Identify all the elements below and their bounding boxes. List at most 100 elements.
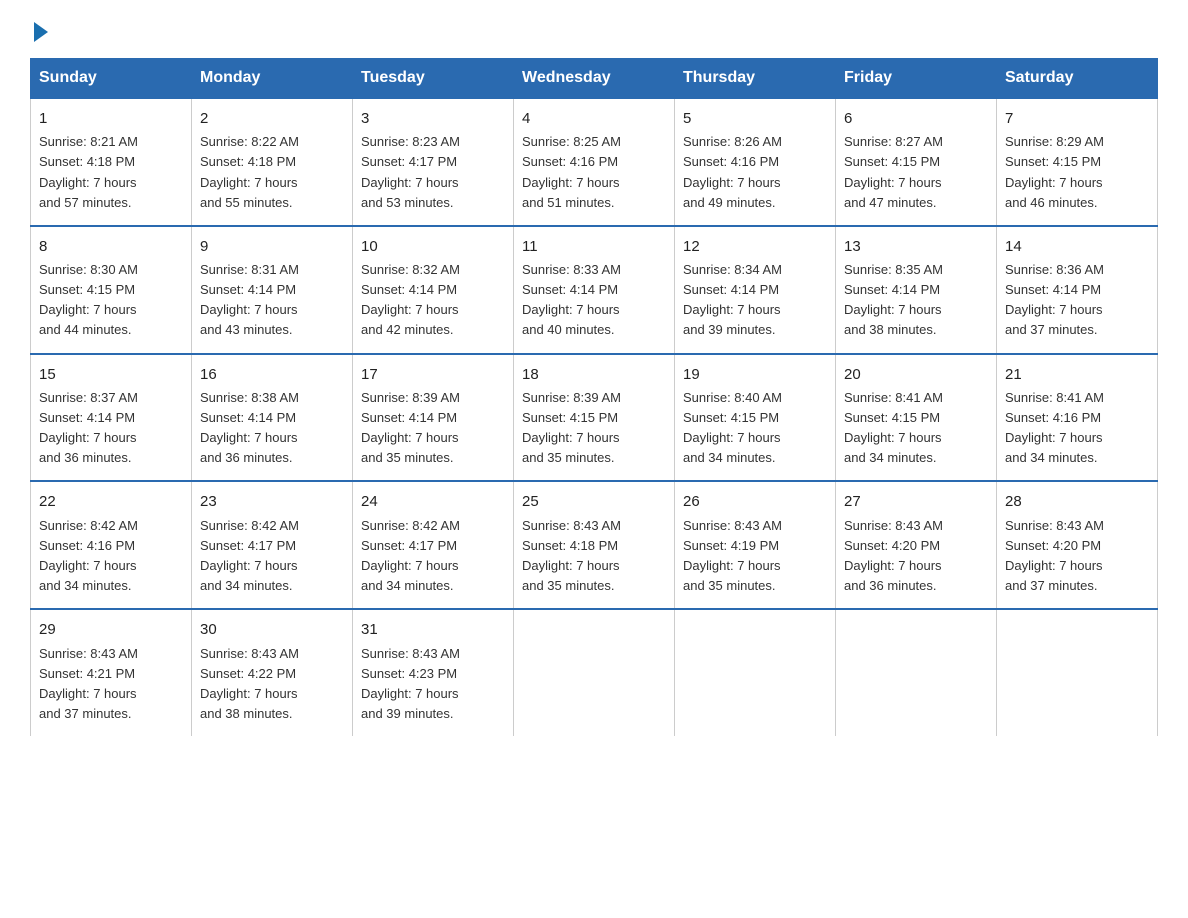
- calendar-cell: 24 Sunrise: 8:42 AMSunset: 4:17 PMDayligh…: [353, 481, 514, 609]
- day-number: 9: [200, 235, 344, 258]
- day-number: 12: [683, 235, 827, 258]
- calendar-cell: 26Sunrise: 8:43 AMSunset: 4:19 PMDayligh…: [675, 481, 836, 609]
- weekday-header-sunday: Sunday: [31, 59, 192, 99]
- calendar-cell: 25Sunrise: 8:43 AMSunset: 4:18 PMDayligh…: [514, 481, 675, 609]
- day-info: Sunrise: 8:42 AMSunset: 4:17 PMDaylight:…: [361, 518, 460, 593]
- calendar-cell: 28 Sunrise: 8:43 AMSunset: 4:20 PMDayligh…: [997, 481, 1158, 609]
- calendar-week-row: 22 Sunrise: 8:42 AMSunset: 4:16 PMDayligh…: [31, 481, 1158, 609]
- day-info: Sunrise: 8:29 AMSunset: 4:15 PMDaylight:…: [1005, 134, 1104, 209]
- calendar-cell: 11 Sunrise: 8:33 AMSunset: 4:14 PMDayligh…: [514, 226, 675, 354]
- calendar-cell: 20 Sunrise: 8:41 AMSunset: 4:15 PMDayligh…: [836, 354, 997, 482]
- day-number: 1: [39, 107, 183, 130]
- day-number: 19: [683, 363, 827, 386]
- calendar-cell: 18 Sunrise: 8:39 AMSunset: 4:15 PMDayligh…: [514, 354, 675, 482]
- day-info: Sunrise: 8:43 AMSunset: 4:20 PMDaylight:…: [844, 518, 943, 593]
- calendar-cell: 21Sunrise: 8:41 AMSunset: 4:16 PMDayligh…: [997, 354, 1158, 482]
- day-number: 28: [1005, 490, 1149, 513]
- day-info: Sunrise: 8:31 AMSunset: 4:14 PMDaylight:…: [200, 262, 299, 337]
- day-number: 29: [39, 618, 183, 641]
- day-number: 18: [522, 363, 666, 386]
- day-info: Sunrise: 8:35 AMSunset: 4:14 PMDaylight:…: [844, 262, 943, 337]
- day-info: Sunrise: 8:42 AMSunset: 4:16 PMDaylight:…: [39, 518, 138, 593]
- weekday-header-saturday: Saturday: [997, 59, 1158, 99]
- day-number: 14: [1005, 235, 1149, 258]
- weekday-header-monday: Monday: [192, 59, 353, 99]
- day-number: 10: [361, 235, 505, 258]
- day-number: 27: [844, 490, 988, 513]
- calendar-cell: 7 Sunrise: 8:29 AMSunset: 4:15 PMDaylight…: [997, 98, 1158, 226]
- day-info: Sunrise: 8:43 AMSunset: 4:20 PMDaylight:…: [1005, 518, 1104, 593]
- calendar-cell: 14 Sunrise: 8:36 AMSunset: 4:14 PMDayligh…: [997, 226, 1158, 354]
- day-info: Sunrise: 8:32 AMSunset: 4:14 PMDaylight:…: [361, 262, 460, 337]
- day-number: 23: [200, 490, 344, 513]
- day-number: 11: [522, 235, 666, 258]
- logo: [30, 20, 48, 38]
- calendar-cell: 23 Sunrise: 8:42 AMSunset: 4:17 PMDayligh…: [192, 481, 353, 609]
- day-number: 4: [522, 107, 666, 130]
- calendar-cell: [836, 609, 997, 736]
- day-info: Sunrise: 8:43 AMSunset: 4:22 PMDaylight:…: [200, 646, 299, 721]
- weekday-header-friday: Friday: [836, 59, 997, 99]
- calendar-week-row: 1 Sunrise: 8:21 AMSunset: 4:18 PMDaylight…: [31, 98, 1158, 226]
- day-number: 7: [1005, 107, 1149, 130]
- day-info: Sunrise: 8:37 AMSunset: 4:14 PMDaylight:…: [39, 390, 138, 465]
- calendar-cell: 19 Sunrise: 8:40 AMSunset: 4:15 PMDayligh…: [675, 354, 836, 482]
- day-info: Sunrise: 8:39 AMSunset: 4:14 PMDaylight:…: [361, 390, 460, 465]
- logo-arrow-icon: [34, 22, 48, 42]
- day-number: 2: [200, 107, 344, 130]
- calendar-table: SundayMondayTuesdayWednesdayThursdayFrid…: [30, 58, 1158, 736]
- day-info: Sunrise: 8:43 AMSunset: 4:21 PMDaylight:…: [39, 646, 138, 721]
- calendar-cell: 22 Sunrise: 8:42 AMSunset: 4:16 PMDayligh…: [31, 481, 192, 609]
- day-number: 30: [200, 618, 344, 641]
- day-number: 26: [683, 490, 827, 513]
- day-info: Sunrise: 8:42 AMSunset: 4:17 PMDaylight:…: [200, 518, 299, 593]
- day-info: Sunrise: 8:39 AMSunset: 4:15 PMDaylight:…: [522, 390, 621, 465]
- calendar-cell: 27 Sunrise: 8:43 AMSunset: 4:20 PMDayligh…: [836, 481, 997, 609]
- calendar-cell: 4 Sunrise: 8:25 AMSunset: 4:16 PMDaylight…: [514, 98, 675, 226]
- calendar-cell: 17 Sunrise: 8:39 AMSunset: 4:14 PMDayligh…: [353, 354, 514, 482]
- calendar-week-row: 8Sunrise: 8:30 AMSunset: 4:15 PMDaylight…: [31, 226, 1158, 354]
- day-info: Sunrise: 8:25 AMSunset: 4:16 PMDaylight:…: [522, 134, 621, 209]
- day-number: 20: [844, 363, 988, 386]
- day-number: 8: [39, 235, 183, 258]
- calendar-cell: 6Sunrise: 8:27 AMSunset: 4:15 PMDaylight…: [836, 98, 997, 226]
- day-number: 22: [39, 490, 183, 513]
- day-info: Sunrise: 8:40 AMSunset: 4:15 PMDaylight:…: [683, 390, 782, 465]
- calendar-cell: [997, 609, 1158, 736]
- day-number: 31: [361, 618, 505, 641]
- calendar-cell: 30 Sunrise: 8:43 AMSunset: 4:22 PMDayligh…: [192, 609, 353, 736]
- calendar-cell: 12Sunrise: 8:34 AMSunset: 4:14 PMDayligh…: [675, 226, 836, 354]
- day-info: Sunrise: 8:23 AMSunset: 4:17 PMDaylight:…: [361, 134, 460, 209]
- calendar-cell: 2 Sunrise: 8:22 AMSunset: 4:18 PMDaylight…: [192, 98, 353, 226]
- day-number: 6: [844, 107, 988, 130]
- calendar-cell: 10 Sunrise: 8:32 AMSunset: 4:14 PMDayligh…: [353, 226, 514, 354]
- day-number: 24: [361, 490, 505, 513]
- day-info: Sunrise: 8:36 AMSunset: 4:14 PMDaylight:…: [1005, 262, 1104, 337]
- calendar-week-row: 15 Sunrise: 8:37 AMSunset: 4:14 PMDayligh…: [31, 354, 1158, 482]
- calendar-cell: 13 Sunrise: 8:35 AMSunset: 4:14 PMDayligh…: [836, 226, 997, 354]
- calendar-cell: 15 Sunrise: 8:37 AMSunset: 4:14 PMDayligh…: [31, 354, 192, 482]
- calendar-cell: [675, 609, 836, 736]
- weekday-header-tuesday: Tuesday: [353, 59, 514, 99]
- day-info: Sunrise: 8:22 AMSunset: 4:18 PMDaylight:…: [200, 134, 299, 209]
- calendar-cell: 1 Sunrise: 8:21 AMSunset: 4:18 PMDaylight…: [31, 98, 192, 226]
- calendar-cell: 9 Sunrise: 8:31 AMSunset: 4:14 PMDaylight…: [192, 226, 353, 354]
- day-number: 5: [683, 107, 827, 130]
- day-number: 13: [844, 235, 988, 258]
- calendar-cell: 29 Sunrise: 8:43 AMSunset: 4:21 PMDayligh…: [31, 609, 192, 736]
- day-info: Sunrise: 8:43 AMSunset: 4:23 PMDaylight:…: [361, 646, 460, 721]
- calendar-cell: [514, 609, 675, 736]
- day-number: 3: [361, 107, 505, 130]
- day-info: Sunrise: 8:33 AMSunset: 4:14 PMDaylight:…: [522, 262, 621, 337]
- day-info: Sunrise: 8:38 AMSunset: 4:14 PMDaylight:…: [200, 390, 299, 465]
- weekday-header-wednesday: Wednesday: [514, 59, 675, 99]
- day-number: 17: [361, 363, 505, 386]
- day-info: Sunrise: 8:21 AMSunset: 4:18 PMDaylight:…: [39, 134, 138, 209]
- day-number: 16: [200, 363, 344, 386]
- day-number: 25: [522, 490, 666, 513]
- calendar-cell: 3 Sunrise: 8:23 AMSunset: 4:17 PMDaylight…: [353, 98, 514, 226]
- day-number: 15: [39, 363, 183, 386]
- logo-top: [30, 20, 48, 42]
- day-info: Sunrise: 8:41 AMSunset: 4:15 PMDaylight:…: [844, 390, 943, 465]
- calendar-week-row: 29 Sunrise: 8:43 AMSunset: 4:21 PMDayligh…: [31, 609, 1158, 736]
